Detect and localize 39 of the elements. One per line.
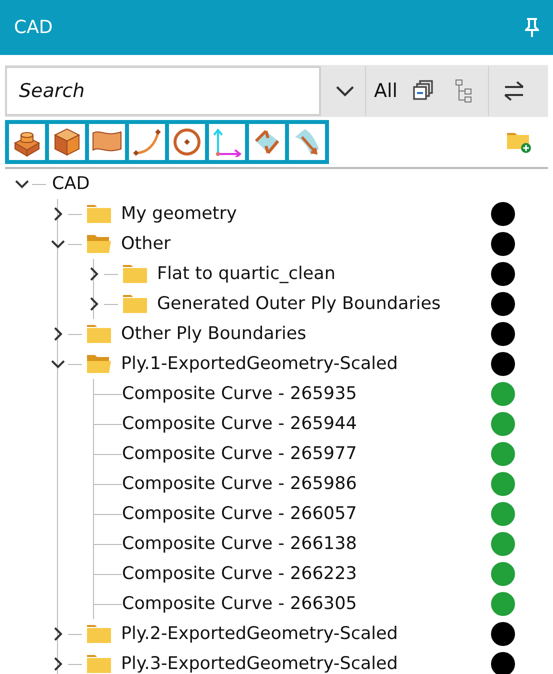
filter-label[interactable]: All: [374, 76, 398, 106]
folder-icon: [87, 324, 111, 344]
curve-label[interactable]: Composite Curve - 266057: [122, 500, 357, 528]
extrude-icon[interactable]: [9, 124, 45, 160]
axis-icon[interactable]: [209, 124, 245, 160]
open-folder-icon: [87, 234, 111, 254]
folder-icon: [87, 204, 111, 224]
panel-title: CAD: [14, 16, 53, 40]
folder-icon: [87, 624, 111, 644]
folder-label[interactable]: Ply.1-ExportedGeometry-Scaled: [121, 350, 398, 378]
curve-label[interactable]: Composite Curve - 265977: [122, 440, 357, 468]
surface-icon[interactable]: [89, 124, 125, 160]
folder-icon: [87, 654, 111, 674]
curve-label[interactable]: Composite Curve - 265986: [122, 470, 357, 498]
curve-icon[interactable]: [129, 124, 165, 160]
folder-label[interactable]: Ply.3-ExportedGeometry-Scaled: [121, 650, 398, 674]
folder-label[interactable]: Other Ply Boundaries: [121, 320, 306, 348]
curve-label[interactable]: Composite Curve - 265935: [122, 380, 357, 408]
curve-label[interactable]: Composite Curve - 266305: [122, 590, 357, 618]
folder-label[interactable]: Other: [121, 230, 171, 258]
folder-label[interactable]: My geometry: [121, 200, 237, 228]
transform-icon[interactable]: [249, 124, 285, 160]
add-folder-icon[interactable]: [506, 130, 532, 154]
folder-icon: [123, 264, 147, 284]
cube-icon[interactable]: [49, 124, 85, 160]
folder-label[interactable]: Ply.2-ExportedGeometry-Scaled: [121, 620, 398, 648]
curve-label[interactable]: Composite Curve - 266223: [122, 560, 357, 588]
project-icon[interactable]: [289, 124, 325, 160]
point-icon[interactable]: [169, 124, 205, 160]
open-folder-icon: [87, 354, 111, 374]
folder-icon: [123, 294, 147, 314]
chevron-down-icon[interactable]: [335, 85, 355, 97]
folder-label[interactable]: Generated Outer Ply Boundaries: [157, 290, 441, 318]
pin-icon[interactable]: [525, 18, 539, 38]
curve-label[interactable]: Composite Curve - 266138: [122, 530, 357, 558]
curve-label[interactable]: Composite Curve - 265944: [122, 410, 357, 438]
folder-label[interactable]: Flat to quartic_clean: [157, 260, 336, 288]
search-field[interactable]: Search: [5, 66, 321, 116]
root-label[interactable]: CAD: [52, 170, 90, 198]
